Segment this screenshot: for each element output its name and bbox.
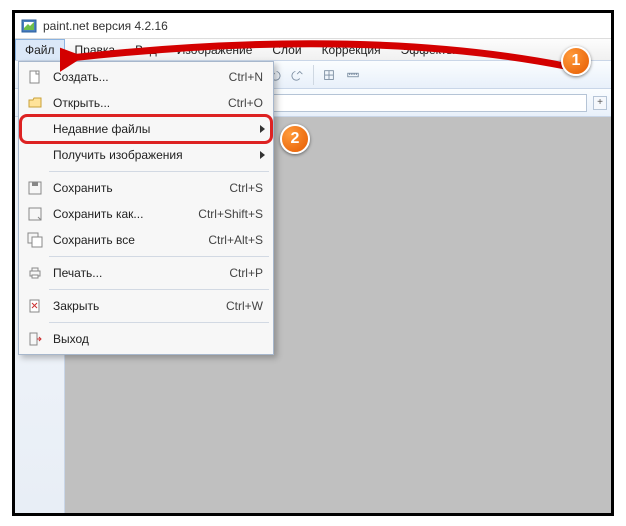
saveas-icon — [25, 204, 45, 224]
app-icon — [21, 18, 37, 34]
submenu-arrow-icon — [260, 151, 265, 159]
save-icon — [25, 178, 45, 198]
menu-file[interactable]: Файл — [15, 39, 65, 60]
menu-separator — [49, 322, 269, 323]
menu-item-open[interactable]: Открыть... Ctrl+O — [21, 90, 271, 116]
open-folder-icon — [25, 93, 45, 113]
menu-effects[interactable]: Эффекты — [391, 39, 466, 60]
menu-item-saveas[interactable]: Сохранить как... Ctrl+Shift+S — [21, 201, 271, 227]
hardness-plus[interactable]: + — [593, 96, 607, 110]
menu-layers[interactable]: Слои — [262, 39, 311, 60]
separator — [313, 65, 314, 85]
annotation-badge-1: 1 — [561, 46, 591, 76]
titlebar: paint.net версия 4.2.16 — [15, 13, 611, 39]
file-menu-dropdown: Создать... Ctrl+N Открыть... Ctrl+O Неда… — [18, 61, 274, 355]
exit-icon — [25, 329, 45, 349]
menu-separator — [49, 256, 269, 257]
print-icon — [25, 263, 45, 283]
tb-grid-icon[interactable] — [318, 64, 340, 86]
menu-separator — [49, 289, 269, 290]
menu-image[interactable]: Изображение — [167, 39, 263, 60]
close-icon — [25, 296, 45, 316]
menu-item-close[interactable]: Закрыть Ctrl+W — [21, 293, 271, 319]
menu-item-exit[interactable]: Выход — [21, 326, 271, 352]
menu-edit[interactable]: Правка — [65, 39, 126, 60]
tb-redo-icon[interactable] — [287, 64, 309, 86]
new-file-icon — [25, 67, 45, 87]
app-window: paint.net версия 4.2.16 Файл Правка Вид … — [12, 10, 614, 516]
menu-view[interactable]: Вид — [125, 39, 167, 60]
menubar: Файл Правка Вид Изображение Слои Коррекц… — [15, 39, 611, 61]
window-title: paint.net версия 4.2.16 — [43, 19, 168, 33]
menu-separator — [49, 171, 269, 172]
annotation-badge-2: 2 — [280, 124, 310, 154]
menu-item-new[interactable]: Создать... Ctrl+N — [21, 64, 271, 90]
tb-ruler-icon[interactable] — [342, 64, 364, 86]
menu-item-recent[interactable]: Недавние файлы — [21, 116, 271, 142]
menu-adjust[interactable]: Коррекция — [312, 39, 391, 60]
menu-item-save[interactable]: Сохранить Ctrl+S — [21, 175, 271, 201]
menu-item-saveall[interactable]: Сохранить все Ctrl+Alt+S — [21, 227, 271, 253]
saveall-icon — [25, 230, 45, 250]
menu-item-acquire[interactable]: Получить изображения — [21, 142, 271, 168]
menu-item-print[interactable]: Печать... Ctrl+P — [21, 260, 271, 286]
submenu-arrow-icon — [260, 125, 265, 133]
